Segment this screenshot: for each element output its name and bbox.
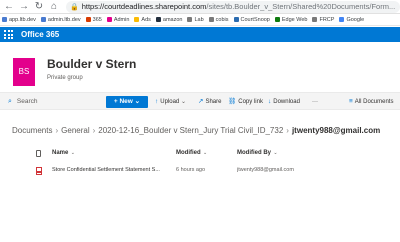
bookmark-item[interactable]: Admin [106,17,129,23]
download-button[interactable]: ↓ Download [268,96,300,108]
bookmark-icon [208,17,214,22]
share-button[interactable]: ↗ Share [198,96,221,108]
bookmark-item[interactable]: amazon [155,17,182,23]
chevron-down-icon: ⌄ [201,150,208,156]
site-logo[interactable]: BS [13,58,35,86]
chevron-down-icon: ⌄ [69,150,75,156]
chevron-right-icon: › [92,126,96,135]
bookmark-icon [106,17,112,22]
lock-icon: 🔒 [70,4,79,11]
file-name[interactable]: Store Confidential Settlement Statement … [52,167,170,173]
link-icon: ⛓ [228,98,237,105]
table-header: Name ⌄ Modified ⌄ Modified By ⌄ [0,148,400,162]
bookmark-icon [134,17,140,22]
bookmark-item[interactable]: Lab [187,17,204,23]
column-modified[interactable]: Modified ⌄ [176,150,207,156]
list-icon: ≡ [349,98,353,105]
bookmark-item[interactable]: 365 [85,17,102,23]
browser-address-bar: ← → ↻ ⌂ 🔒 https://courtdeadlines.sharepoi… [0,0,400,14]
bookmark-icon [339,17,345,22]
bookmark-icon [40,17,46,22]
breadcrumb-item[interactable]: General [61,126,89,135]
bookmark-item[interactable]: CourtSnoop [233,17,270,23]
forward-icon[interactable]: → [18,1,30,13]
bookmark-item[interactable]: Edge Web [274,17,307,23]
chevron-right-icon: › [55,126,59,135]
breadcrumb-current: jtwenty988@gmail.com [291,126,381,135]
bookmark-icon [233,17,239,22]
bookmark-item[interactable]: Ads [134,17,151,23]
bookmark-icon [2,17,7,22]
view-selector[interactable]: ≡ All Documents [349,96,393,108]
upload-icon: ↑ [155,98,159,105]
suite-title[interactable]: Office 365 [21,27,59,42]
breadcrumb: Documents › General › 2020-12-16_Boulder v S… [12,126,380,135]
upload-button[interactable]: ↑ Upload ⌄ [155,96,186,108]
column-name[interactable]: Name ⌄ [52,150,75,156]
back-icon[interactable]: ← [3,1,15,13]
url-field[interactable]: 🔒 https://courtdeadlines.sharepoint.com/s… [66,1,400,13]
column-modified-by[interactable]: Modified By ⌄ [237,150,278,156]
search-icon: ⌕ [8,98,12,105]
bookmark-icon [85,17,91,22]
site-title[interactable]: Boulder v Stern [47,57,136,71]
file-modified: 6 hours ago [176,167,206,173]
home-icon[interactable]: ⌂ [48,1,60,13]
chevron-right-icon: › [286,126,289,135]
bookmark-icon [187,17,193,22]
chevron-down-icon: ⌄ [272,150,278,156]
bookmark-item[interactable]: cobis [208,17,229,23]
file-modified-by[interactable]: jtwenty988@gmail.com [237,167,294,173]
url-path: /sites/tb.Boulder_v_Stern/Shared%20Docum… [206,2,396,11]
url-host: https://courtdeadlines.sharepoint.com [81,2,207,11]
breadcrumb-item[interactable]: Documents [12,126,52,135]
reload-icon[interactable]: ↻ [33,1,45,13]
table-row[interactable]: Store Confidential Settlement Statement … [0,164,400,178]
more-button[interactable]: ··· [312,96,318,108]
pdf-file-icon [36,167,42,175]
bookmark-icon [312,17,318,22]
download-icon: ↓ [268,98,272,105]
copy-link-button[interactable]: ⛓ Copy link [228,96,263,108]
bookmark-item[interactable]: FRCP [312,17,334,23]
bookmark-icon [274,17,280,22]
bookmark-item[interactable]: admin.ltb.dev [40,17,81,23]
command-bar: ⌕ Search + New ⌄ ↑ Upload ⌄ ↗ Share ⛓ Copy l… [0,92,400,110]
suite-bar: Office 365 [0,27,400,42]
share-icon: ↗ [198,98,204,105]
breadcrumb-item[interactable]: 2020-12-16_Boulder v Stern_Jury Trial Ci… [98,126,283,135]
bookmark-icon [155,17,161,22]
app-launcher-icon[interactable] [4,30,13,39]
search-box[interactable]: ⌕ Search [8,96,38,108]
bookmarks-bar: app.ltb.dev admin.ltb.dev 365 Admin Ads … [0,14,400,26]
new-button[interactable]: + New ⌄ [106,96,148,108]
search-label: Search [16,98,38,105]
site-privacy-label: Private group [47,75,83,81]
bookmark-item[interactable]: Google [339,17,364,23]
chevron-down-icon: ⌄ [180,99,186,105]
bookmark-item[interactable]: app.ltb.dev [2,17,36,23]
